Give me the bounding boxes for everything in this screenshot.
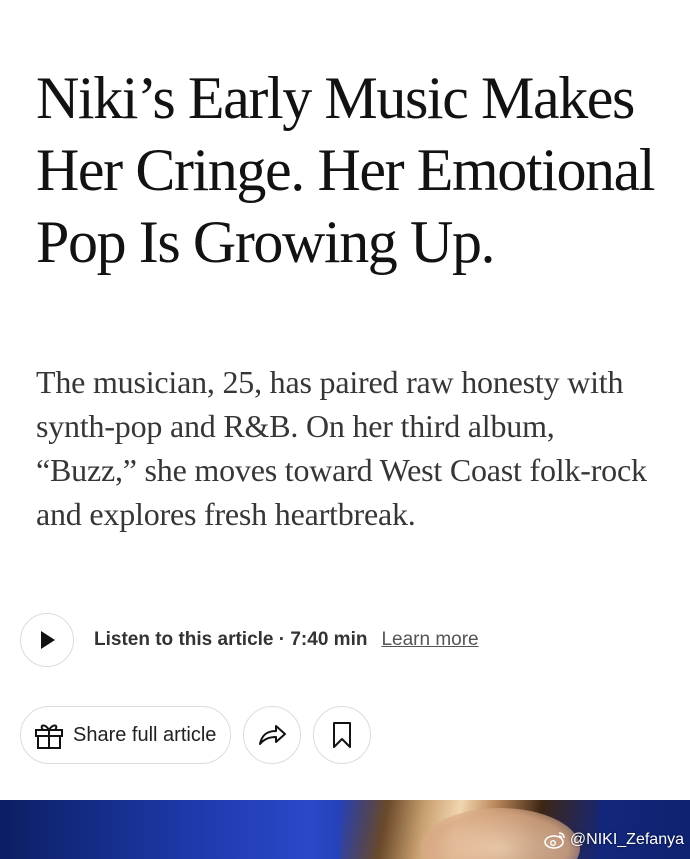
- listen-label: Listen to this article · 7:40 min: [94, 629, 368, 650]
- play-icon: [41, 631, 55, 649]
- weibo-icon: [544, 832, 565, 849]
- watermark-handle: @NIKI_Zefanya: [569, 831, 684, 848]
- article-actions: Share full article: [20, 705, 372, 765]
- article-hero-image: [0, 800, 690, 859]
- audio-player: Listen to this article · 7:40 min Learn …: [20, 612, 479, 668]
- save-button[interactable]: [313, 706, 372, 764]
- bookmark-icon: [333, 722, 352, 748]
- learn-more-link[interactable]: Learn more: [381, 629, 478, 651]
- share-full-article-label: Share full article: [73, 723, 217, 746]
- share-button[interactable]: [243, 706, 302, 764]
- share-arrow-icon: [259, 725, 287, 745]
- image-watermark: @NIKI_Zefanya: [544, 831, 684, 849]
- play-button[interactable]: [20, 613, 74, 667]
- share-full-article-button[interactable]: Share full article: [20, 706, 232, 764]
- article-summary: The musician, 25, has paired raw honesty…: [36, 364, 647, 532]
- gift-icon: [35, 724, 63, 749]
- article-headline: Niki’s Early Music Makes Her Cringe. Her…: [36, 65, 656, 275]
